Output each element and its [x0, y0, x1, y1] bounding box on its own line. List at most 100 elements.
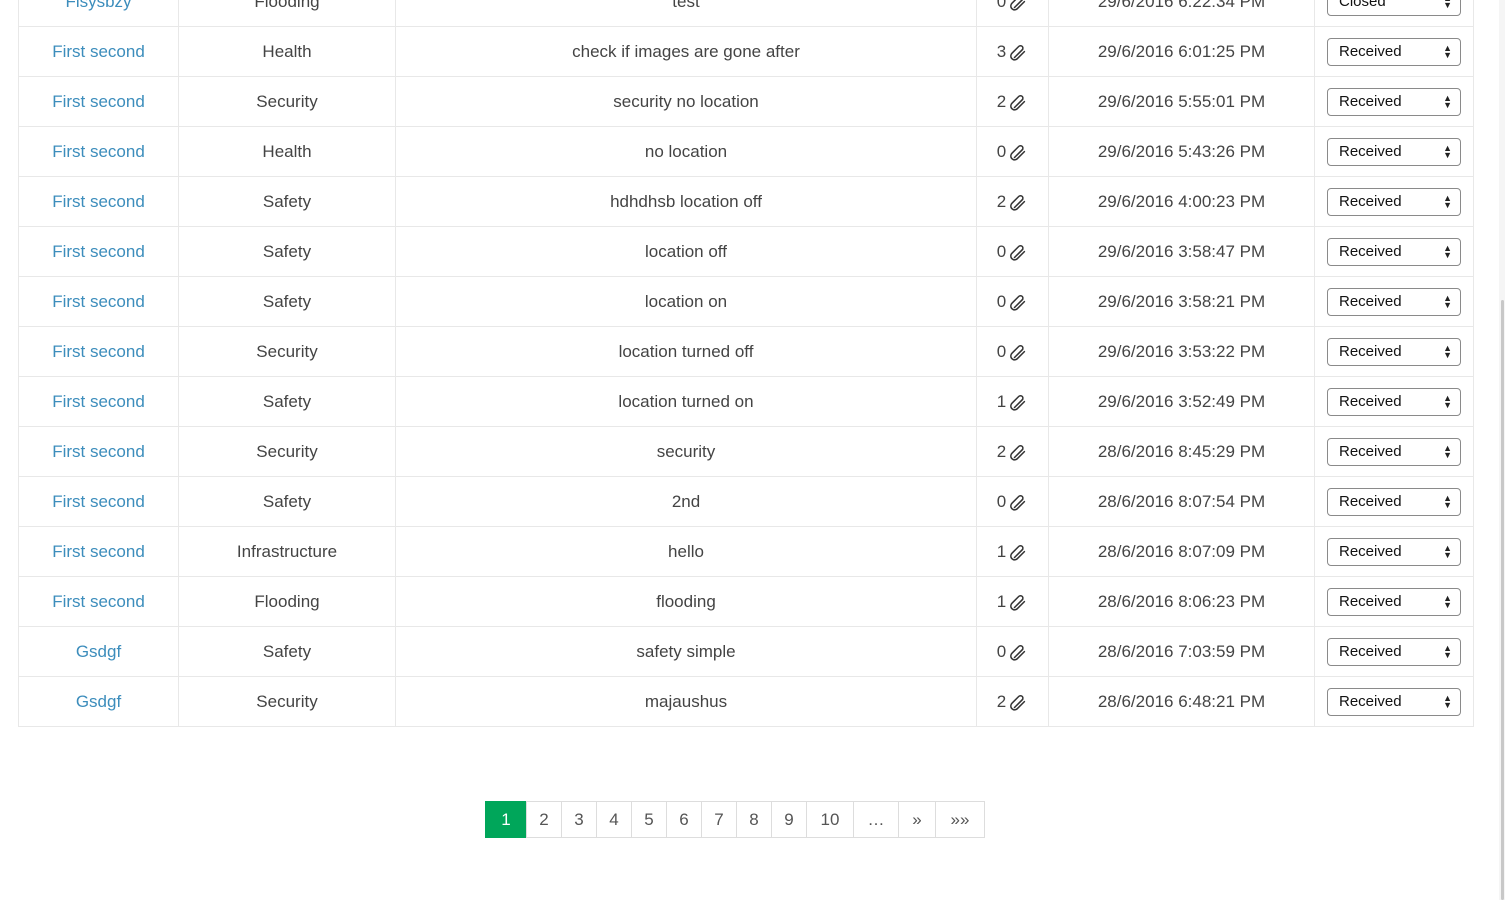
page-link-10[interactable]: 10 [806, 801, 854, 838]
status-select[interactable]: Received ▲ ▼ [1327, 187, 1461, 216]
paperclip-icon [1008, 492, 1028, 512]
page-link-5[interactable]: 5 [631, 801, 667, 838]
page-link-1[interactable]: 1 [485, 801, 527, 838]
status-select[interactable]: Received ▲ ▼ [1327, 287, 1461, 316]
status-cell: Received ▲ ▼ [1314, 576, 1474, 627]
reporter-name-link[interactable]: First second [52, 542, 145, 561]
reporter-name-link[interactable]: First second [52, 242, 145, 261]
reporter-cell: First second [18, 126, 179, 177]
description-cell: hdhdhsb location off [395, 176, 977, 227]
attachments-cell: 0 [976, 626, 1049, 677]
status-value: Received [1339, 193, 1402, 210]
status-select[interactable]: Closed ▲▼ [1327, 0, 1461, 16]
status-value: Received [1339, 93, 1402, 110]
page-link-3[interactable]: 3 [561, 801, 597, 838]
status-select[interactable]: Received ▲ ▼ [1327, 237, 1461, 266]
attachments-cell: 2 [976, 426, 1049, 477]
status-cell: Received ▲ ▼ [1314, 126, 1474, 177]
category-cell: Flooding [178, 0, 396, 27]
status-select[interactable]: Received ▲ ▼ [1327, 387, 1461, 416]
table-row: Gsdgf Security majaushus 2 28/6/2016 6:48:21… [18, 676, 1474, 727]
paperclip-icon [1008, 342, 1028, 362]
date-cell: 28/6/2016 8:07:09 PM [1048, 526, 1315, 577]
select-arrows-icon: ▲▼ [1443, 442, 1452, 460]
status-cell: Received ▲ ▼ [1314, 626, 1474, 677]
page-link-2[interactable]: 2 [526, 801, 562, 838]
attachments-cell: 2 [976, 676, 1049, 727]
status-value: Received [1339, 43, 1402, 60]
reporter-name-link[interactable]: Fisysbzy [65, 0, 131, 11]
reporter-name-link[interactable]: First second [52, 192, 145, 211]
table-row: First second Health no location 0 29/6/2016 … [18, 126, 1474, 177]
status-value: Received [1339, 143, 1402, 160]
page-ellipsis[interactable]: … [853, 801, 899, 838]
next-page-button[interactable]: » [898, 801, 936, 838]
reporter-name-link[interactable]: First second [52, 92, 145, 111]
reporter-name-link[interactable]: First second [52, 492, 145, 511]
status-value: Closed [1339, 0, 1386, 10]
status-cell: Received ▲ ▼ [1314, 26, 1474, 77]
reporter-name-link[interactable]: Gsdgf [76, 692, 121, 711]
status-select[interactable]: Received ▲ ▼ [1327, 137, 1461, 166]
status-cell: Received ▲ ▼ [1314, 376, 1474, 427]
table-row: First second Safety location off 0 29/6/2016… [18, 226, 1474, 277]
category-cell: Security [178, 676, 396, 727]
scrollbar-thumb[interactable] [1501, 300, 1504, 900]
select-arrows-icon: ▲▼ [1443, 692, 1452, 710]
attachments-cell: 1 [976, 376, 1049, 427]
table-row: First second Security security 2 28/6/2016 8… [18, 426, 1474, 477]
page-link-8[interactable]: 8 [736, 801, 772, 838]
status-select[interactable]: Received ▲ ▼ [1327, 437, 1461, 466]
status-select[interactable]: Received ▲ ▼ [1327, 487, 1461, 516]
table-row: First second Safety location turned on 1 29/… [18, 376, 1474, 427]
description-cell: safety simple [395, 626, 977, 677]
attachment-count: 1 [996, 391, 1007, 411]
status-select[interactable]: Received ▲ ▼ [1327, 37, 1461, 66]
reporter-name-link[interactable]: First second [52, 592, 145, 611]
status-value: Received [1339, 543, 1402, 560]
pagination: 1 2 3 4 5 6 7 8 9 10 … » »» [485, 801, 985, 838]
reporter-cell: Fisysbzy [18, 0, 179, 27]
table-row: First second Infrastructure hello 1 28/6/201… [18, 526, 1474, 577]
reporter-name-link[interactable]: First second [52, 292, 145, 311]
page-link-7[interactable]: 7 [701, 801, 737, 838]
paperclip-icon [1008, 642, 1028, 662]
status-select[interactable]: Received ▲ ▼ [1327, 587, 1461, 616]
page-link-9[interactable]: 9 [771, 801, 807, 838]
page-link-4[interactable]: 4 [596, 801, 632, 838]
paperclip-icon [1008, 392, 1028, 412]
scrollbar[interactable] [1499, 0, 1505, 900]
status-value: Received [1339, 243, 1402, 260]
description-cell: 2nd [395, 476, 977, 527]
status-value: Received [1339, 643, 1402, 660]
reporter-name-link[interactable]: First second [52, 392, 145, 411]
status-value: Received [1339, 343, 1402, 360]
reporter-name-link[interactable]: First second [52, 342, 145, 361]
status-select[interactable]: Received ▲ ▼ [1327, 87, 1461, 116]
attachment-count: 0 [996, 491, 1007, 511]
reporter-name-link[interactable]: First second [52, 142, 145, 161]
select-arrows-icon: ▲▼ [1443, 392, 1452, 410]
reporter-name-link[interactable]: First second [52, 42, 145, 61]
reporter-name-link[interactable]: Gsdgf [76, 642, 121, 661]
reporter-cell: First second [18, 426, 179, 477]
category-cell: Safety [178, 176, 396, 227]
reporter-name-link[interactable]: First second [52, 442, 145, 461]
last-page-button[interactable]: »» [935, 801, 985, 838]
status-select[interactable]: Received ▲ ▼ [1327, 337, 1461, 366]
table-row: First second Health check if images are go… [18, 26, 1474, 77]
date-cell: 29/6/2016 6:01:25 PM [1048, 26, 1315, 77]
status-select[interactable]: Received ▲ ▼ [1327, 537, 1461, 566]
category-cell: Flooding [178, 576, 396, 627]
select-arrows-icon: ▲▼ [1443, 0, 1452, 10]
reporter-cell: First second [18, 376, 179, 427]
paperclip-icon [1008, 142, 1028, 162]
select-arrows-icon: ▲▼ [1443, 192, 1452, 210]
status-select[interactable]: Received ▲ ▼ [1327, 687, 1461, 716]
date-cell: 29/6/2016 3:53:22 PM [1048, 326, 1315, 377]
status-select[interactable]: Received ▲ ▼ [1327, 637, 1461, 666]
attachment-count: 0 [996, 641, 1007, 661]
page-link-6[interactable]: 6 [666, 801, 702, 838]
description-cell: check if images are gone after [395, 26, 977, 77]
page-content: Fisysbzy Flooding test 0 29/6/2016 6:22:34 P… [0, 0, 1500, 900]
